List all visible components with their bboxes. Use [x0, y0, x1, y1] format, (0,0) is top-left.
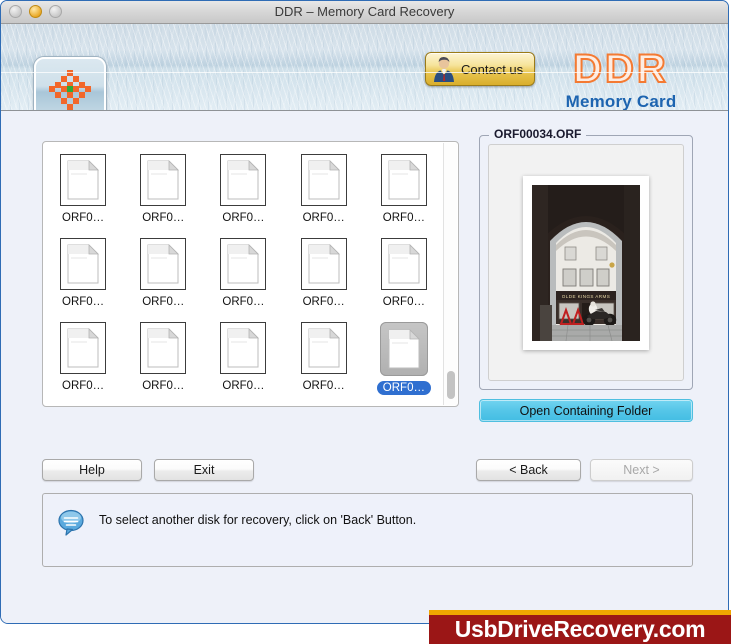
file-item[interactable]: ORF0… [368, 154, 440, 238]
app-logo [34, 57, 106, 110]
file-item[interactable]: ORF0… [47, 238, 119, 322]
preview-frame: OLDE KINGS ARMS [479, 135, 693, 390]
site-footer-badge: UsbDriveRecovery.com [429, 610, 731, 644]
file-thumbnail [380, 154, 427, 206]
contact-us-button[interactable]: Contact us [425, 52, 535, 86]
file-item-label: ORF0… [302, 296, 345, 308]
help-button[interactable]: Help [42, 459, 142, 481]
site-footer-text: UsbDriveRecovery.com [454, 616, 706, 642]
file-item[interactable]: ORF0… [288, 154, 360, 238]
file-item-label: ORF0… [62, 212, 105, 224]
status-panel: To select another disk for recovery, cli… [42, 493, 693, 567]
window-controls [9, 5, 62, 18]
document-icon [308, 244, 340, 284]
file-item-label: ORF0… [376, 381, 431, 395]
status-message: To select another disk for recovery, cli… [99, 513, 417, 527]
file-preview-panel: ORF00034.ORF OLDE KINGS ARMS [479, 127, 693, 390]
brand-block: DDR Memory Card [536, 47, 706, 111]
file-item-label: ORF0… [222, 296, 265, 308]
file-item-label: ORF0… [222, 212, 265, 224]
file-item[interactable]: ORF0… [47, 154, 119, 238]
file-item[interactable]: ORF0… [127, 154, 199, 238]
next-button: Next > [590, 459, 693, 481]
document-icon [67, 160, 100, 200]
document-icon [227, 244, 260, 284]
exit-button[interactable]: Exit [154, 459, 254, 481]
file-item-label: ORF0… [302, 380, 345, 392]
checkered-star-logo-icon [49, 70, 91, 110]
file-thumbnail [379, 322, 428, 376]
file-thumbnail [220, 322, 267, 374]
preview-photograph: OLDE KINGS ARMS [532, 184, 640, 341]
window-title: DDR – Memory Card Recovery [274, 4, 455, 19]
document-icon [147, 160, 180, 200]
document-icon [308, 328, 340, 368]
file-list-scrollbar[interactable] [443, 143, 457, 405]
recovered-files-list[interactable]: ORF0… ORF0… ORF0… ORF0… ORF0… ORF0… ORF0… ORF0…… [42, 141, 459, 407]
document-icon [67, 244, 100, 284]
file-item[interactable]: ORF0… [368, 238, 440, 322]
preview-filename-legend: ORF00034.ORF [489, 127, 587, 141]
file-item-label: ORF0… [62, 380, 105, 392]
file-item[interactable]: ORF0… [127, 238, 199, 322]
document-icon [147, 244, 180, 284]
minimize-button[interactable] [29, 5, 42, 18]
file-item-label: ORF0… [302, 212, 345, 224]
file-item[interactable]: ORF0… [288, 322, 360, 406]
document-icon [388, 244, 420, 284]
file-thumbnail [300, 322, 347, 374]
file-thumbnail [60, 322, 107, 374]
file-thumbnail [140, 322, 187, 374]
brand-title: DDR [572, 47, 669, 91]
document-icon [147, 328, 180, 368]
file-item[interactable]: ORF0… [47, 322, 119, 406]
close-button[interactable] [9, 5, 22, 18]
file-item-label: ORF0… [382, 296, 425, 308]
file-item[interactable]: ORF0… [207, 238, 279, 322]
file-thumbnail [380, 238, 427, 290]
file-item-label: ORF0… [62, 296, 105, 308]
file-thumbnail [220, 238, 267, 290]
main-content: ORF0… ORF0… ORF0… ORF0… ORF0… ORF0… ORF0… ORF0…… [1, 111, 728, 623]
file-item-label: ORF0… [142, 212, 185, 224]
brand-subtitle: Memory Card [565, 92, 677, 111]
application-window: DDR – Memory Card Recovery Contact us DD… [0, 0, 729, 624]
file-item[interactable]: ORF0… [207, 322, 279, 406]
file-thumbnail [140, 154, 187, 206]
svg-text:OLDE KINGS ARMS: OLDE KINGS ARMS [562, 294, 610, 299]
person-avatar-icon [434, 56, 454, 82]
file-grid: ORF0… ORF0… ORF0… ORF0… ORF0… ORF0… ORF0… ORF0…… [43, 142, 444, 406]
document-icon [227, 160, 260, 200]
file-thumbnail [300, 238, 347, 290]
file-item[interactable]: ORF0… [368, 322, 440, 406]
contact-us-label: Contact us [461, 61, 524, 77]
file-thumbnail [140, 238, 187, 290]
document-icon [227, 328, 260, 368]
open-containing-folder-button[interactable]: Open Containing Folder [479, 399, 693, 422]
speech-bubble-icon [58, 509, 84, 536]
zoom-button[interactable] [49, 5, 62, 18]
photo-mat: OLDE KINGS ARMS [523, 175, 649, 350]
file-thumbnail [60, 154, 107, 206]
document-icon [388, 160, 420, 200]
file-item[interactable]: ORF0… [288, 238, 360, 322]
file-thumbnail [300, 154, 347, 206]
file-item[interactable]: ORF0… [127, 322, 199, 406]
file-list-scroll-thumb[interactable] [447, 371, 455, 399]
file-item-label: ORF0… [142, 296, 185, 308]
preview-image-area: OLDE KINGS ARMS [488, 144, 684, 381]
back-button[interactable]: < Back [476, 459, 581, 481]
title-bar: DDR – Memory Card Recovery [1, 1, 728, 24]
file-thumbnail [60, 238, 107, 290]
file-item-label: ORF0… [142, 380, 185, 392]
file-thumbnail [220, 154, 267, 206]
document-icon [388, 329, 420, 369]
document-icon [308, 160, 340, 200]
document-icon [67, 328, 100, 368]
file-item[interactable]: ORF0… [207, 154, 279, 238]
header-banner: Contact us DDR Memory Card [1, 24, 728, 111]
file-item-label: ORF0… [222, 380, 265, 392]
file-item-label: ORF0… [382, 212, 425, 224]
